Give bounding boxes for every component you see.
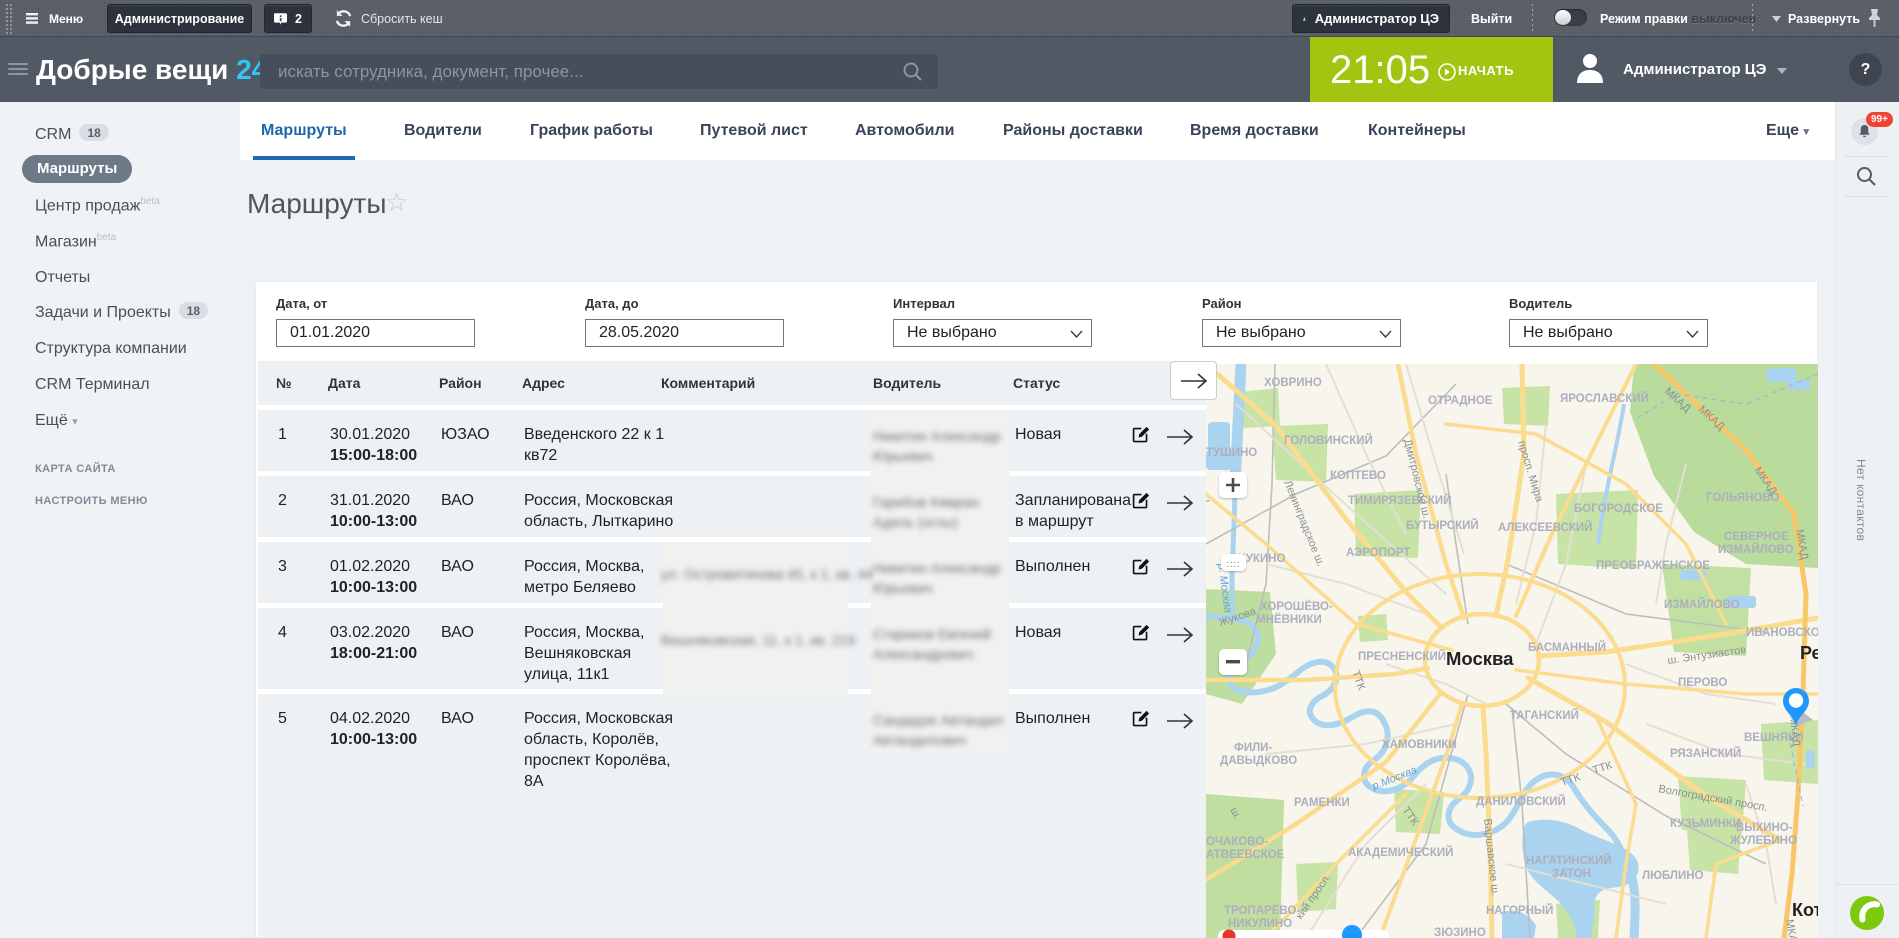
svg-text:ХАМОВНИКИ: ХАМОВНИКИ [1382, 739, 1457, 751]
svg-text:ЗЮЗИНО: ЗЮЗИНО [1434, 927, 1486, 938]
svg-text:ТИМИРЯЗЕВСКИЙ: ТИМИРЯЗЕВСКИЙ [1348, 494, 1451, 507]
svg-text:ХОРОШЁВО-: ХОРОШЁВО- [1260, 600, 1333, 613]
svg-text:ПРЕОБРАЖЕНСКОЕ: ПРЕОБРАЖЕНСКОЕ [1596, 560, 1710, 572]
svg-text:Ре: Ре [1800, 643, 1818, 663]
svg-text:АЭРОПОРТ: АЭРОПОРТ [1346, 547, 1410, 559]
svg-text:НАГОРНЫЙ: НАГОРНЫЙ [1486, 904, 1553, 917]
svg-text:ЛЮБЛИНО: ЛЮБЛИНО [1642, 870, 1704, 882]
svg-text:СЕВЕРНОЕ: СЕВЕРНОЕ [1724, 531, 1789, 543]
svg-text:ТРОПАРЁВО-: ТРОПАРЁВО- [1224, 904, 1300, 917]
svg-text:ЯРОСЛАВСКИЙ: ЯРОСЛАВСКИЙ [1560, 392, 1649, 405]
svg-text:ДАНИЛОВСКИЙ: ДАНИЛОВСКИЙ [1476, 795, 1566, 808]
svg-text:ХОВРИНО: ХОВРИНО [1264, 377, 1322, 389]
svg-text:КУЗЬМИНКИ: КУЗЬМИНКИ [1670, 818, 1741, 830]
svg-text:БУТЫРСКИЙ: БУТЫРСКИЙ [1406, 519, 1479, 532]
svg-text:НИКУЛИНО: НИКУЛИНО [1228, 918, 1292, 930]
svg-text:НАГАТИНСКИЙ: НАГАТИНСКИЙ [1526, 854, 1612, 867]
svg-text:ОТРАДНОЕ: ОТРАДНОЕ [1428, 395, 1493, 407]
svg-text:МНЁВНИКИ: МНЁВНИКИ [1256, 613, 1322, 626]
svg-text:ТУШИНО: ТУШИНО [1206, 447, 1257, 459]
svg-text:ДАВЫДКОВО: ДАВЫДКОВО [1220, 755, 1297, 767]
svg-text:ПРЕСНЕНСКИЙ: ПРЕСНЕНСКИЙ [1358, 650, 1446, 663]
svg-text:КОПТЕВО: КОПТЕВО [1330, 470, 1386, 482]
svg-text:Москва: Москва [1446, 648, 1514, 669]
svg-text:ИВАНОВСКОЕ: ИВАНОВСКОЕ [1746, 627, 1818, 639]
svg-text:ТАГАНСКИЙ: ТАГАНСКИЙ [1510, 709, 1579, 722]
svg-text:РАМЕНКИ: РАМЕНКИ [1294, 797, 1350, 809]
svg-text:БАСМАННЫЙ: БАСМАННЫЙ [1528, 641, 1606, 654]
svg-text:ЗАТОН: ЗАТОН [1552, 868, 1591, 880]
svg-text:ЖУЛЕБИНО: ЖУЛЕБИНО [1729, 835, 1797, 847]
svg-text:БОГОРОДСКОЕ: БОГОРОДСКОЕ [1574, 503, 1663, 515]
svg-text:ГОЛОВИНСКИЙ: ГОЛОВИНСКИЙ [1284, 434, 1373, 447]
svg-text:ФИЛИ-: ФИЛИ- [1234, 742, 1272, 754]
svg-text:ОЧАКОВО-: ОЧАКОВО- [1206, 836, 1268, 848]
svg-text:Кот: Кот [1792, 900, 1818, 920]
svg-text:ИЗМАЙЛОВО: ИЗМАЙЛОВО [1718, 543, 1794, 556]
svg-text:ВЫХИНО-: ВЫХИНО- [1736, 822, 1793, 834]
svg-text:АТВЕЕВСКОЕ: АТВЕЕВСКОЕ [1206, 849, 1285, 861]
svg-text:-: - [1206, 495, 1210, 507]
svg-text:АЛЕКСЕЕВСКИЙ: АЛЕКСЕЕВСКИЙ [1498, 521, 1592, 534]
svg-text:ИЗМАЙЛОВО: ИЗМАЙЛОВО [1664, 598, 1740, 611]
svg-text:АКАДЕМИЧЕСКИЙ: АКАДЕМИЧЕСКИЙ [1348, 846, 1453, 859]
svg-text:РЯЗАНСКИЙ: РЯЗАНСКИЙ [1670, 747, 1741, 760]
svg-text:ПЕРОВО: ПЕРОВО [1678, 677, 1727, 689]
